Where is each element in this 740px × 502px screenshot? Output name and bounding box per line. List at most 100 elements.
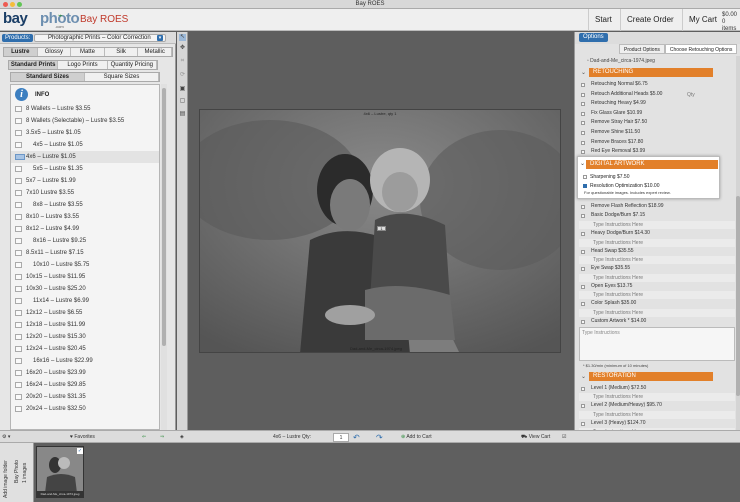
rotate-tool-icon[interactable]: ⟳ bbox=[179, 72, 186, 79]
size-item[interactable]: 8x8 – Lustre $3.55 bbox=[11, 199, 159, 211]
retouch-option-checkbox[interactable] bbox=[581, 121, 585, 126]
custom-artwork-instructions[interactable]: Type Instructions bbox=[579, 326, 735, 361]
info-icon[interactable]: i bbox=[15, 88, 28, 101]
scrollbar-thumb[interactable] bbox=[162, 88, 166, 346]
instructions-field[interactable]: Type Instructions Here bbox=[579, 220, 735, 229]
scrollbar-thumb[interactable] bbox=[736, 196, 740, 396]
tab-matte[interactable]: Matte bbox=[71, 48, 105, 56]
artwork-option-checkbox[interactable] bbox=[581, 249, 585, 254]
size-item[interactable]: 3.5x5 – Lustre $1.05 bbox=[11, 127, 159, 139]
info-row[interactable]: i INFO bbox=[11, 85, 159, 103]
add-favorite-icon[interactable]: ⇐ bbox=[142, 433, 146, 442]
select-tool-icon[interactable]: ↖ bbox=[179, 34, 186, 41]
size-item[interactable]: 4x5 – Lustre $1.05 bbox=[11, 139, 159, 151]
retouch-option-checkbox[interactable] bbox=[581, 140, 585, 145]
create-order-button[interactable]: Create Order bbox=[620, 9, 680, 31]
size-item[interactable]: 10x15 – Lustre $11.95 bbox=[11, 271, 159, 283]
photo-preview[interactable]: 4x6 – Lustre, qty 1 Dad-and-Me_circa-197… bbox=[199, 109, 561, 353]
restoration-option-checkbox[interactable] bbox=[581, 404, 585, 409]
artwork-option[interactable]: Custom Artwork * $14.00 bbox=[579, 317, 735, 327]
artwork-option[interactable]: Basic Dodge/Burn $7.15 bbox=[579, 211, 735, 221]
retouch-option[interactable]: Remove Stray Hair $7.50 bbox=[579, 118, 735, 128]
instructions-field[interactable]: Type Instructions Here bbox=[579, 238, 735, 247]
retouch-option-checkbox[interactable] bbox=[581, 102, 585, 107]
sharpening-checkbox[interactable] bbox=[583, 175, 587, 179]
chevron-down-icon[interactable]: ▾ bbox=[157, 35, 163, 41]
restoration-option[interactable]: Level 1 (Medium) $72.50 bbox=[579, 384, 735, 394]
size-item[interactable]: 16x20 – Lustre $23.99 bbox=[11, 367, 159, 379]
fit-tool-icon[interactable]: ▣ bbox=[179, 86, 186, 93]
sharpening-option[interactable]: Sharpening $7.50 bbox=[583, 174, 629, 180]
retouch-option[interactable]: Retouching Normal $6.75 bbox=[579, 80, 735, 90]
chevron-down-icon[interactable]: ⌄ bbox=[581, 372, 586, 382]
instructions-field[interactable]: Type Instructions Here bbox=[579, 256, 735, 265]
instructions-field[interactable]: Type Instructions Here bbox=[579, 291, 735, 300]
tab-product-options[interactable]: Product Options bbox=[619, 44, 665, 54]
checklist-icon[interactable]: ☑ bbox=[562, 433, 566, 442]
instructions-field[interactable]: Type Instructions Here bbox=[579, 410, 735, 419]
crop-tool-icon[interactable]: ⌗ bbox=[179, 58, 186, 65]
border-tool-icon[interactable]: ▢ bbox=[179, 98, 186, 105]
artwork-option-checkbox[interactable] bbox=[581, 284, 585, 289]
resolution-option[interactable]: Resolution Optimization $10.00 bbox=[583, 183, 660, 189]
size-item[interactable]: 12x18 – Lustre $11.99 bbox=[11, 319, 159, 331]
product-category-select[interactable]: Photographic Prints – Color Correction bbox=[34, 34, 166, 42]
retouch-option[interactable]: Retouching Heavy $4.99 bbox=[579, 99, 735, 109]
my-cart-button[interactable]: My Cart bbox=[682, 9, 723, 31]
restoration-option[interactable]: Level 2 (Medium/Heavy) $95.70 bbox=[579, 401, 735, 411]
size-item[interactable]: 8 Wallets – Lustre $3.55 bbox=[11, 103, 159, 115]
chevron-down-icon[interactable]: ⌄ bbox=[580, 160, 585, 167]
artwork-option-checkbox[interactable] bbox=[581, 231, 585, 236]
size-item[interactable]: 10x30 – Lustre $25.20 bbox=[11, 283, 159, 295]
redo-icon[interactable]: ↷ bbox=[376, 433, 383, 442]
favorites-button[interactable]: ♥ Favorites bbox=[70, 433, 95, 442]
tab-metallic[interactable]: Metallic bbox=[138, 48, 172, 56]
size-item[interactable]: 8x16 – Lustre $9.25 bbox=[11, 235, 159, 247]
instructions-field[interactable]: Type Instructions Here bbox=[579, 273, 735, 282]
size-item[interactable]: 12x12 – Lustre $6.55 bbox=[11, 307, 159, 319]
tab-retouching-options[interactable]: Choose Retouching Options bbox=[664, 44, 738, 54]
layers-icon[interactable]: ◈ bbox=[180, 433, 184, 442]
image-thumbnail[interactable]: ✓ Dad-and-Me_circa-1974.jpeg bbox=[36, 446, 84, 498]
artwork-option-checkbox[interactable] bbox=[581, 267, 585, 272]
instructions-field[interactable]: Type Instructions Here bbox=[579, 308, 735, 317]
restoration-option[interactable]: Level 3 (Heavy) $124.70 bbox=[579, 419, 735, 429]
artwork-option[interactable]: Heavy Dodge/Burn $14.30 bbox=[579, 229, 735, 239]
options-scrollbar[interactable] bbox=[736, 56, 740, 430]
size-item[interactable]: 8x12 – Lustre $4.99 bbox=[11, 223, 159, 235]
size-item[interactable]: 7x10 Lustre $3.55 bbox=[11, 187, 159, 199]
retouch-option-checkbox[interactable] bbox=[581, 92, 585, 97]
remove-favorite-icon[interactable]: ⇒ bbox=[160, 433, 164, 442]
size-item[interactable]: 8.5x11 – Lustre $7.15 bbox=[11, 247, 159, 259]
tab-standard-prints[interactable]: Standard Prints bbox=[9, 61, 59, 69]
artwork-option[interactable]: Head Swap $35.55 bbox=[579, 247, 735, 257]
options-button[interactable]: Options bbox=[579, 33, 608, 42]
retouching-section-header[interactable]: ⌄ RETOUCHING bbox=[579, 68, 735, 78]
start-button[interactable]: Start bbox=[588, 9, 618, 31]
artwork-option-checkbox[interactable] bbox=[581, 204, 585, 209]
resolution-checkbox[interactable] bbox=[583, 184, 587, 188]
view-cart-button[interactable]: ⛟ View Cart bbox=[521, 433, 550, 442]
selected-check-icon[interactable]: ✓ bbox=[77, 448, 83, 454]
size-item[interactable]: 12x20 – Lustre $15.30 bbox=[11, 331, 159, 343]
retouch-option[interactable]: Remove Shine $11.50 bbox=[579, 128, 735, 138]
size-item[interactable]: 8 Wallets (Selectable) – Lustre $3.55 bbox=[11, 115, 159, 127]
artwork-option[interactable]: Open Eyes $13.75 bbox=[579, 282, 735, 292]
artwork-option[interactable]: Remove Flash Reflection $18.99 bbox=[579, 202, 735, 212]
tab-silk[interactable]: Silk bbox=[105, 48, 139, 56]
size-item[interactable]: 5x5 – Lustre $1.35 bbox=[11, 163, 159, 175]
size-item[interactable]: 16x16 – Lustre $22.99 bbox=[11, 355, 159, 367]
tab-lustre[interactable]: Lustre bbox=[4, 48, 38, 56]
add-image-folder-label[interactable]: Add image folder bbox=[3, 460, 9, 498]
size-item[interactable]: 12x24 – Lustre $20.45 bbox=[11, 343, 159, 355]
tab-glossy[interactable]: Glossy bbox=[38, 48, 72, 56]
artwork-option[interactable]: Eye Swap $35.55 bbox=[579, 264, 735, 274]
size-item[interactable]: 5x7 – Lustre $1.99 bbox=[11, 175, 159, 187]
chevron-down-icon[interactable]: ⌄ bbox=[581, 68, 586, 78]
retouch-option-checkbox[interactable] bbox=[581, 150, 585, 155]
tab-quantity-pricing[interactable]: Quantity Pricing bbox=[108, 61, 157, 69]
size-item[interactable]: 8x10 – Lustre $3.55 bbox=[11, 211, 159, 223]
artwork-option-checkbox[interactable] bbox=[581, 214, 585, 219]
instructions-field[interactable]: Type Instructions Here bbox=[579, 393, 735, 402]
size-item[interactable]: 10x10 – Lustre $5.75 bbox=[11, 259, 159, 271]
